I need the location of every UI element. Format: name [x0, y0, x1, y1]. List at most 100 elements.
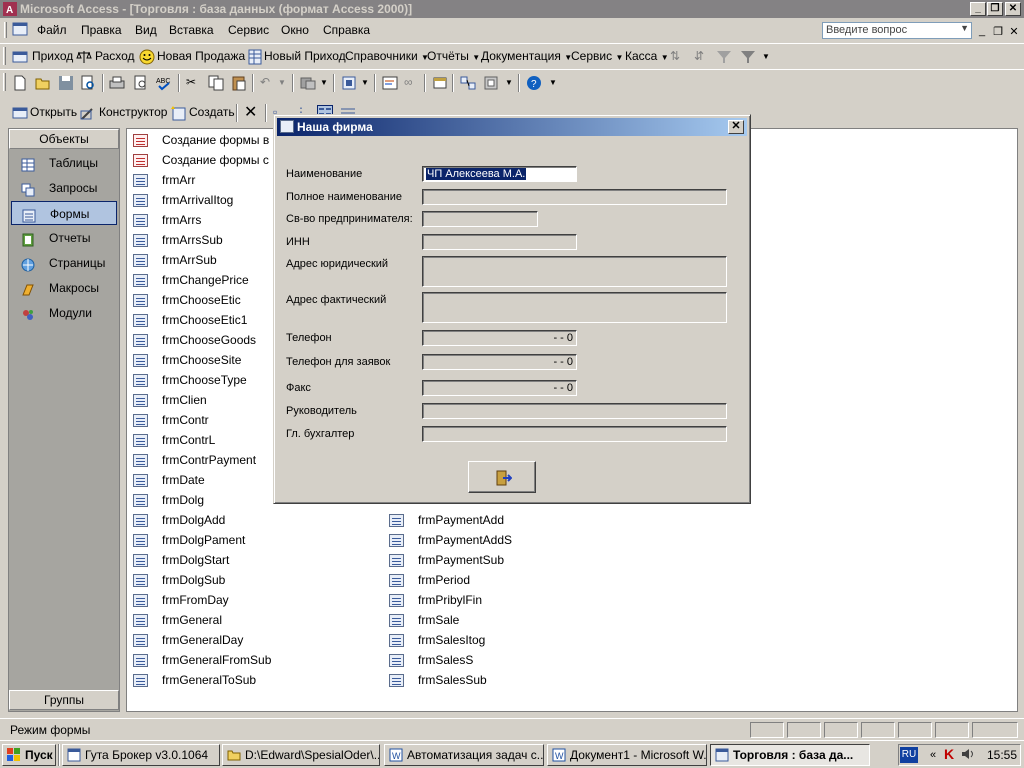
doc-close-icon[interactable]: ✕	[1007, 25, 1021, 38]
form-list-item[interactable]: frmSalesSub	[389, 672, 629, 690]
toolbar-options-icon[interactable]: ▼	[549, 78, 565, 94]
restore-icon[interactable]: ❐	[987, 2, 1003, 16]
toolbar-references[interactable]: Справочники ▼	[345, 49, 429, 63]
form-list-item[interactable]: frmDolgStart	[133, 552, 373, 570]
groups-header[interactable]: Группы	[9, 690, 119, 710]
menu-insert[interactable]: Вставка	[169, 23, 214, 37]
form-list-item[interactable]: frmDolgSub	[133, 572, 373, 590]
full-name-field[interactable]	[422, 189, 727, 205]
copy-icon[interactable]	[208, 75, 224, 91]
open-button[interactable]: Открыть	[30, 105, 77, 119]
form-list-item[interactable]: frmGeneralToSub	[133, 672, 373, 690]
new-document-icon[interactable]	[12, 75, 28, 91]
menu-help[interactable]: Справка	[323, 23, 370, 37]
exit-button[interactable]	[468, 461, 536, 493]
objects-item-pages[interactable]: Страницы	[11, 251, 117, 275]
ask-question-input[interactable]: Введите вопрос ▼	[822, 22, 972, 39]
open-folder-icon[interactable]	[35, 75, 51, 91]
form-list-item[interactable]: frmFromDay	[133, 592, 373, 610]
save-icon[interactable]	[58, 75, 74, 91]
new-object-icon[interactable]	[483, 75, 499, 91]
search-file-icon[interactable]	[80, 75, 96, 91]
chief-accountant-field[interactable]	[422, 426, 727, 442]
actual-address-field[interactable]	[422, 292, 727, 323]
orders-phone-field[interactable]: - - 0	[422, 354, 577, 370]
form-list-item[interactable]: frmPaymentSub	[389, 552, 629, 570]
menu-view[interactable]: Вид	[135, 23, 157, 37]
toolbar-cash[interactable]: Касса ▼	[625, 49, 669, 63]
objects-item-modules[interactable]: Модули	[11, 301, 117, 325]
toolbar-expense[interactable]: Расход	[95, 49, 135, 63]
fax-field[interactable]: - - 0	[422, 380, 577, 396]
menu-edit[interactable]: Правка	[81, 23, 122, 37]
doc-restore-icon[interactable]: ❐	[991, 25, 1005, 38]
toolbar-options-icon[interactable]: ▼	[762, 52, 778, 68]
close-icon[interactable]: ✕	[1005, 2, 1021, 16]
objects-header[interactable]: Объекты	[9, 129, 119, 149]
task-explorer-folder[interactable]: D:\Edward\SpesialOder\...	[222, 744, 380, 766]
help-icon[interactable]: ?	[526, 75, 542, 91]
toolbar-new-sale[interactable]: Новая Продажа	[157, 49, 245, 63]
menu-window[interactable]: Окно	[281, 23, 309, 37]
form-list-item[interactable]: frmPaymentAddS	[389, 532, 629, 550]
form-list-item[interactable]: frmDolgAdd	[133, 512, 373, 530]
minimize-icon[interactable]: _	[970, 2, 986, 16]
objects-item-tables[interactable]: Таблицы	[11, 151, 117, 175]
form-list-item[interactable]: frmSalesItog	[389, 632, 629, 650]
properties-icon[interactable]	[432, 75, 448, 91]
access-app-icon[interactable]: A	[3, 2, 17, 16]
menu-tools[interactable]: Сервис	[228, 23, 269, 37]
sort-descending-icon[interactable]: ⇵	[694, 49, 710, 65]
legal-address-field[interactable]	[422, 256, 727, 287]
dialog-close-icon[interactable]: ✕	[728, 120, 744, 134]
filter-by-selection-icon[interactable]	[716, 49, 732, 65]
toolbar-service[interactable]: Сервис ▼	[571, 49, 623, 63]
form-list-item[interactable]: frmPribylFin	[389, 592, 629, 610]
form-list-item[interactable]: frmSale	[389, 612, 629, 630]
form-list-item[interactable]: frmDolgPament	[133, 532, 373, 550]
toolbar-documentation[interactable]: Документация ▼	[481, 49, 572, 63]
inn-field[interactable]	[422, 234, 577, 250]
cut-icon[interactable]: ✂	[186, 75, 202, 91]
form-list-item[interactable]: frmSalesS	[389, 652, 629, 670]
tray-expand-icon[interactable]: «	[930, 749, 936, 761]
form-list-item[interactable]: frmPaymentAdd	[389, 512, 629, 530]
analyze-icon[interactable]	[341, 75, 357, 91]
objects-item-forms[interactable]: Формы	[11, 201, 117, 225]
form-list-item[interactable]: frmPeriod	[389, 572, 629, 590]
toolbar-arrival[interactable]: Приход	[32, 49, 73, 63]
entrepreneur-cert-field[interactable]	[422, 211, 538, 227]
design-button[interactable]: Конструктор	[99, 105, 167, 119]
toolbar-reports[interactable]: Отчёты ▼	[427, 49, 480, 63]
dropdown-arrow-icon[interactable]: ▼	[960, 23, 969, 33]
name-field[interactable]: ЧП Алексеева М.А.	[422, 166, 577, 182]
relationships-icon[interactable]: ∞	[404, 75, 420, 91]
volume-icon[interactable]	[961, 747, 975, 764]
objects-item-reports[interactable]: Отчеты	[11, 226, 117, 250]
office-links-icon[interactable]	[300, 75, 316, 91]
start-button[interactable]: Пуск	[2, 744, 56, 766]
objects-item-macros[interactable]: Макросы	[11, 276, 117, 300]
print-preview-icon[interactable]	[133, 75, 149, 91]
form-list-item[interactable]: frmGeneralFromSub	[133, 652, 373, 670]
apply-filter-icon[interactable]	[740, 49, 756, 65]
undo-icon[interactable]: ↶	[260, 75, 276, 91]
toolbar-new-arrival[interactable]: Новый Приход	[264, 49, 346, 63]
create-button[interactable]: Создать	[189, 105, 235, 119]
form-list-item[interactable]: frmGeneral	[133, 612, 373, 630]
spelling-icon[interactable]: ABC	[156, 75, 172, 91]
task-guta-broker[interactable]: Гута Брокер v3.0.1064	[62, 744, 220, 766]
task-word-automation[interactable]: W Автоматизация задач с...	[384, 744, 544, 766]
delete-icon[interactable]: ✕	[244, 102, 257, 122]
antivirus-icon[interactable]: K	[944, 746, 954, 762]
print-icon[interactable]	[109, 75, 125, 91]
doc-minimize-icon[interactable]: _	[975, 25, 989, 37]
sort-ascending-icon[interactable]: ⇅	[670, 49, 686, 65]
code-icon[interactable]	[382, 75, 398, 91]
form-list-item[interactable]: frmGeneralDay	[133, 632, 373, 650]
menu-file[interactable]: Файл	[37, 23, 67, 37]
paste-icon[interactable]	[231, 75, 247, 91]
director-field[interactable]	[422, 403, 727, 419]
dialog-title-bar[interactable]: Наша фирма ✕	[277, 118, 747, 136]
objects-item-queries[interactable]: Запросы	[11, 176, 117, 200]
